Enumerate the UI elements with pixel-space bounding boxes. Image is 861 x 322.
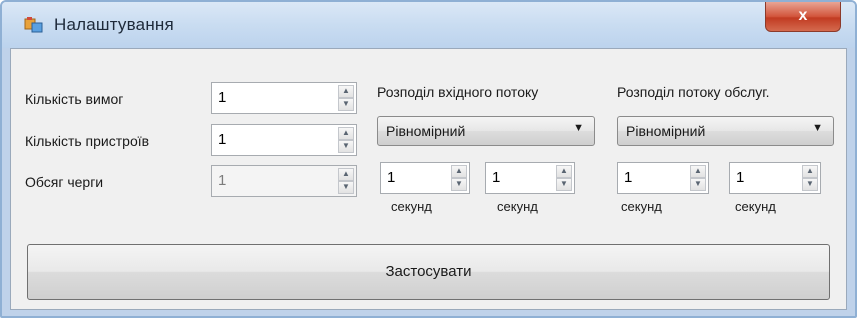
spin-down-arrow-icon[interactable]: ▼ (690, 178, 706, 191)
requests-count-value: 1 (218, 89, 227, 106)
input-flow-max-unit: секунд (497, 199, 538, 214)
spin-up-arrow-icon[interactable]: ▲ (338, 85, 354, 98)
queue-size-value: 1 (218, 172, 227, 189)
spin-up-arrow-icon[interactable]: ▲ (802, 165, 818, 178)
input-flow-max-value: 1 (492, 169, 501, 186)
devices-count-spinner[interactable]: 1 ▲ ▼ (211, 124, 357, 156)
spin-down-arrow-icon[interactable]: ▼ (802, 178, 818, 191)
apply-button[interactable]: Застосувати (27, 244, 830, 300)
input-flow-min-value: 1 (387, 169, 396, 186)
queue-size-spinner[interactable]: 1 ▲ ▼ (211, 165, 357, 197)
spin-down-arrow-icon[interactable]: ▼ (556, 178, 572, 191)
devices-count-label: Кількість пристроїв (25, 133, 150, 149)
queue-size-label: Обсяг черги (25, 174, 104, 190)
close-button[interactable]: x (765, 2, 841, 32)
service-flow-label: Розподіл потоку обслуг. (617, 84, 770, 100)
service-flow-min-spinner[interactable]: 1 ▲ ▼ (617, 162, 709, 194)
service-flow-min-unit: секунд (621, 199, 662, 214)
requests-count-spinner[interactable]: 1 ▲ ▼ (211, 82, 357, 114)
input-flow-selected: Рівномірний (386, 123, 466, 139)
spin-up-arrow-icon[interactable]: ▲ (690, 165, 706, 178)
spin-down-arrow-icon[interactable]: ▼ (338, 181, 354, 194)
settings-window: Налаштування x Кількість вимог 1 ▲ ▼ Кіл… (0, 0, 857, 318)
spin-up-arrow-icon[interactable]: ▲ (451, 165, 467, 178)
spin-down-arrow-icon[interactable]: ▼ (338, 140, 354, 153)
spin-down-arrow-icon[interactable]: ▼ (338, 98, 354, 111)
window-title: Налаштування (54, 15, 174, 34)
service-flow-max-unit: секунд (735, 199, 776, 214)
spin-down-arrow-icon[interactable]: ▼ (451, 178, 467, 191)
service-flow-max-spinner[interactable]: 1 ▲ ▼ (729, 162, 821, 194)
input-flow-min-unit: секунд (391, 199, 432, 214)
input-flow-max-spinner[interactable]: 1 ▲ ▼ (485, 162, 575, 194)
service-flow-max-value: 1 (736, 169, 745, 186)
service-flow-min-value: 1 (624, 169, 633, 186)
spin-up-arrow-icon[interactable]: ▲ (556, 165, 572, 178)
settings-panel: Кількість вимог 1 ▲ ▼ Кількість пристрої… (10, 48, 847, 310)
devices-count-value: 1 (218, 131, 227, 148)
title-bar[interactable]: Налаштування x (2, 2, 855, 48)
requests-count-label: Кількість вимог (25, 91, 124, 107)
input-flow-min-spinner[interactable]: 1 ▲ ▼ (380, 162, 470, 194)
spin-up-arrow-icon[interactable]: ▲ (338, 127, 354, 140)
settings-app-icon (24, 17, 43, 33)
service-flow-dropdown[interactable]: Рівномірний ▼ (617, 116, 834, 146)
close-icon: x (798, 7, 808, 24)
service-flow-selected: Рівномірний (626, 123, 706, 139)
dropdown-arrow-icon: ▼ (812, 122, 823, 134)
input-flow-label: Розподіл вхідного потоку (377, 84, 539, 100)
spin-up-arrow-icon[interactable]: ▲ (338, 168, 354, 181)
input-flow-dropdown[interactable]: Рівномірний ▼ (377, 116, 595, 146)
dropdown-arrow-icon: ▼ (573, 122, 584, 134)
